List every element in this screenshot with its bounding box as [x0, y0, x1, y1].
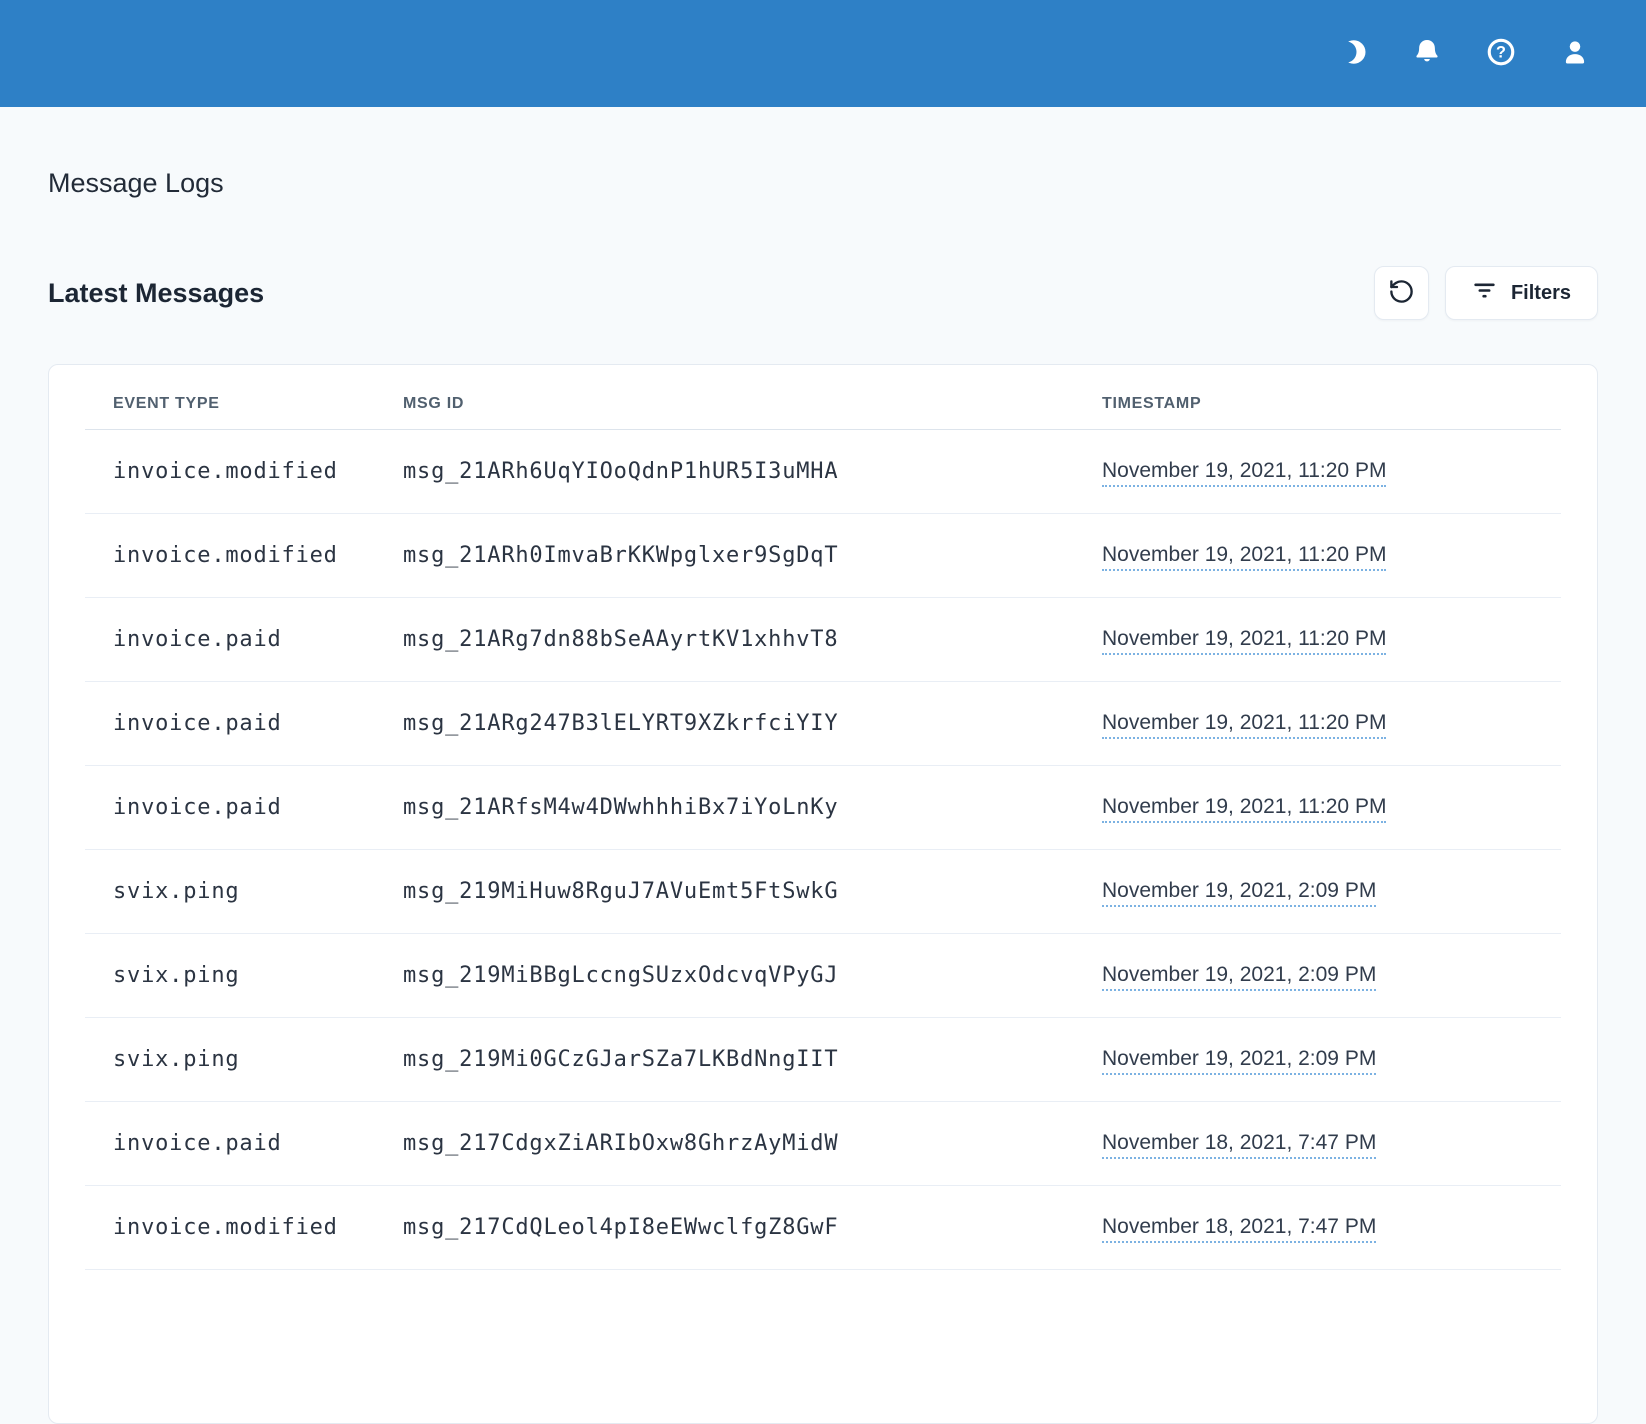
filter-icon [1472, 278, 1497, 309]
table-header-row: EVENT TYPE MSG ID TIMESTAMP [85, 365, 1561, 430]
event-type-cell: svix.ping [85, 849, 403, 933]
timestamp-value[interactable]: November 19, 2021, 2:09 PM [1102, 963, 1376, 991]
msg-id-cell: msg_217CdQLeol4pI8eEWwclfgZ8GwF [403, 1185, 1102, 1269]
dark-mode-toggle[interactable] [1336, 37, 1370, 71]
msg-id-cell: msg_21ARg7dn88bSeAAyrtKV1xhhvT8 [403, 597, 1102, 681]
timestamp-value[interactable]: November 19, 2021, 11:20 PM [1102, 711, 1386, 739]
column-header-event-type: EVENT TYPE [85, 365, 403, 430]
timestamp-value[interactable]: November 18, 2021, 7:47 PM [1102, 1215, 1376, 1243]
help-button[interactable]: ? [1484, 37, 1518, 71]
section-actions: Filters [1374, 266, 1598, 320]
timestamp-cell: November 19, 2021, 2:09 PM [1102, 933, 1561, 1017]
event-type-cell: invoice.modified [85, 1185, 403, 1269]
timestamp-cell: November 19, 2021, 2:09 PM [1102, 849, 1561, 933]
event-type-cell: invoice.paid [85, 765, 403, 849]
event-type-cell: invoice.paid [85, 597, 403, 681]
msg-id-cell: msg_219Mi0GCzGJarSZa7LKBdNngIIT [403, 1017, 1102, 1101]
event-type-cell: invoice.paid [85, 1101, 403, 1185]
timestamp-cell: November 19, 2021, 11:20 PM [1102, 513, 1561, 597]
topbar: ? [0, 0, 1646, 107]
svg-text:?: ? [1496, 44, 1506, 62]
event-type-cell: invoice.paid [85, 681, 403, 765]
event-type-cell: invoice.modified [85, 513, 403, 597]
timestamp-value[interactable]: November 19, 2021, 2:09 PM [1102, 1047, 1376, 1075]
profile-icon [1560, 37, 1590, 70]
event-type-cell: svix.ping [85, 933, 403, 1017]
event-type-cell: svix.ping [85, 1017, 403, 1101]
table-row[interactable]: invoice.paid msg_21ARg7dn88bSeAAyrtKV1xh… [85, 597, 1561, 681]
table-row[interactable]: svix.ping msg_219MiHuw8RguJ7AVuEmt5FtSwk… [85, 849, 1561, 933]
section-header: Latest Messages Filters [48, 255, 1598, 332]
section-heading: Latest Messages [48, 277, 264, 309]
table-row[interactable]: invoice.modified msg_21ARh0ImvaBrKKWpglx… [85, 513, 1561, 597]
msg-id-cell: msg_21ARh6UqYIOoQdnP1hUR5I3uMHA [403, 429, 1102, 513]
table-row[interactable]: invoice.paid msg_21ARg247B3lELYRT9XZkrfc… [85, 681, 1561, 765]
refresh-ccw-icon [1388, 278, 1415, 308]
msg-id-cell: msg_219MiHuw8RguJ7AVuEmt5FtSwkG [403, 849, 1102, 933]
filters-button[interactable]: Filters [1445, 266, 1598, 320]
msg-id-cell: msg_219MiBBgLccngSUzxOdcvqVPyGJ [403, 933, 1102, 1017]
timestamp-cell: November 19, 2021, 11:20 PM [1102, 681, 1561, 765]
msg-id-cell: msg_21ARg247B3lELYRT9XZkrfciYIY [403, 681, 1102, 765]
timestamp-cell: November 18, 2021, 7:47 PM [1102, 1185, 1561, 1269]
timestamp-cell: November 19, 2021, 11:20 PM [1102, 765, 1561, 849]
timestamp-cell: November 19, 2021, 2:09 PM [1102, 1017, 1561, 1101]
messages-card: EVENT TYPE MSG ID TIMESTAMP invoice.modi… [48, 364, 1598, 1424]
messages-table: EVENT TYPE MSG ID TIMESTAMP invoice.modi… [85, 365, 1561, 1270]
moon-icon [1338, 37, 1368, 70]
timestamp-cell: November 19, 2021, 11:20 PM [1102, 597, 1561, 681]
timestamp-value[interactable]: November 19, 2021, 11:20 PM [1102, 795, 1386, 823]
column-header-timestamp: TIMESTAMP [1102, 365, 1561, 430]
timestamp-cell: November 18, 2021, 7:47 PM [1102, 1101, 1561, 1185]
timestamp-value[interactable]: November 19, 2021, 11:20 PM [1102, 459, 1386, 487]
table-body: invoice.modified msg_21ARh6UqYIOoQdnP1hU… [85, 429, 1561, 1269]
refresh-button[interactable] [1374, 266, 1429, 320]
msg-id-cell: msg_217CdgxZiARIbOxw8GhrzAyMidW [403, 1101, 1102, 1185]
table-row[interactable]: invoice.paid msg_21ARfsM4w4DWwhhhiBx7iYo… [85, 765, 1561, 849]
table-row[interactable]: invoice.paid msg_217CdgxZiARIbOxw8GhrzAy… [85, 1101, 1561, 1185]
table-row[interactable]: svix.ping msg_219MiBBgLccngSUzxOdcvqVPyG… [85, 933, 1561, 1017]
event-type-cell: invoice.modified [85, 429, 403, 513]
msg-id-cell: msg_21ARh0ImvaBrKKWpglxer9SgDqT [403, 513, 1102, 597]
table-row[interactable]: invoice.modified msg_217CdQLeol4pI8eEWwc… [85, 1185, 1561, 1269]
bell-icon [1412, 37, 1442, 70]
timestamp-value[interactable]: November 19, 2021, 11:20 PM [1102, 627, 1386, 655]
timestamp-cell: November 19, 2021, 11:20 PM [1102, 429, 1561, 513]
table-row[interactable]: invoice.modified msg_21ARh6UqYIOoQdnP1hU… [85, 429, 1561, 513]
timestamp-value[interactable]: November 18, 2021, 7:47 PM [1102, 1131, 1376, 1159]
msg-id-cell: msg_21ARfsM4w4DWwhhhiBx7iYoLnKy [403, 765, 1102, 849]
column-header-msg-id: MSG ID [403, 365, 1102, 430]
timestamp-value[interactable]: November 19, 2021, 11:20 PM [1102, 543, 1386, 571]
help-icon: ? [1486, 37, 1516, 70]
table-row[interactable]: svix.ping msg_219Mi0GCzGJarSZa7LKBdNngII… [85, 1017, 1561, 1101]
timestamp-value[interactable]: November 19, 2021, 2:09 PM [1102, 879, 1376, 907]
notifications-button[interactable] [1410, 37, 1444, 71]
profile-button[interactable] [1558, 37, 1592, 71]
page-title: Message Logs [48, 107, 1598, 199]
filters-button-label: Filters [1511, 282, 1571, 305]
